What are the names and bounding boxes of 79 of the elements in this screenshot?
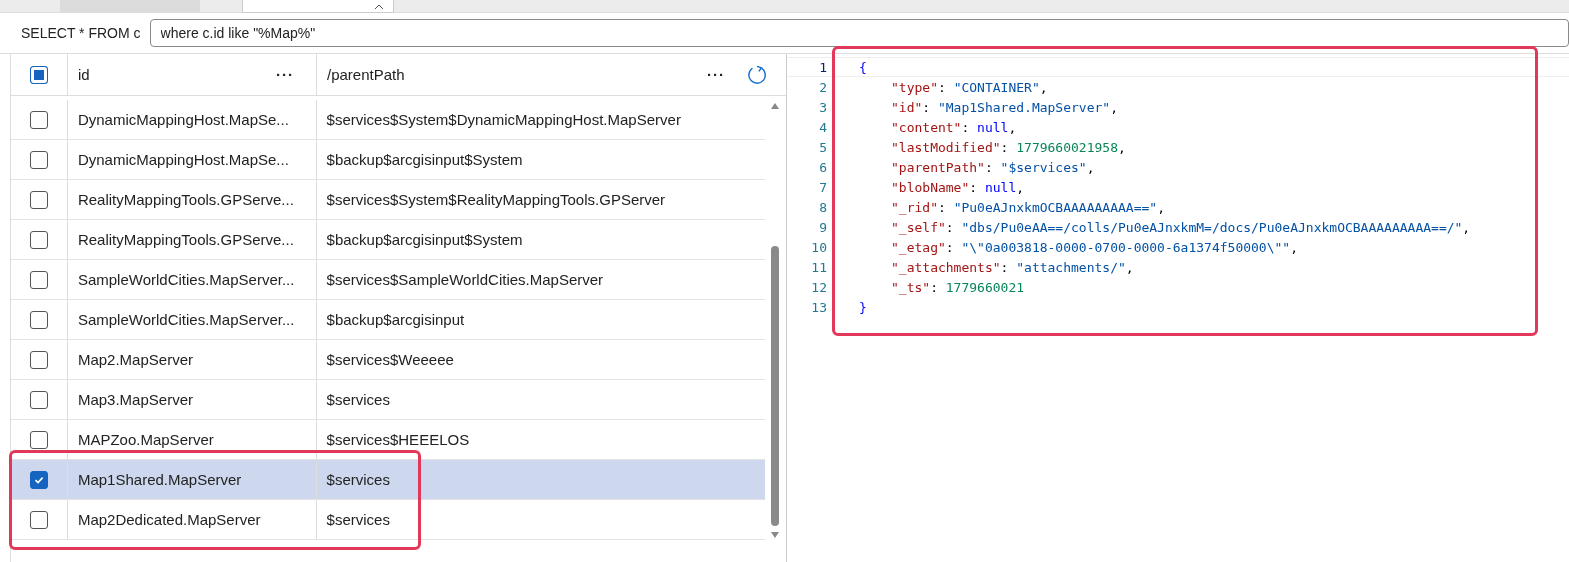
- line-number: 7: [818, 179, 827, 195]
- table-cell: DynamicMappingHost.MapSe...: [77, 111, 289, 128]
- table-cell: $services: [326, 391, 390, 408]
- code-line: "type": "CONTAINER",: [890, 79, 1048, 95]
- table-row[interactable]: Map1Shared.MapServer $services: [11, 460, 765, 500]
- scroll-up-icon[interactable]: [770, 102, 780, 110]
- table-cell: MAPZoo.MapServer: [77, 431, 214, 448]
- row-checkbox[interactable]: [29, 190, 48, 209]
- line-number: 11: [810, 259, 827, 275]
- table-row[interactable]: RealityMappingTools.GPServe... $services$System$RealityMappingTools.GPServer: [11, 180, 765, 220]
- table-cell: $services$HEEELOS: [326, 431, 470, 448]
- line-number: 1: [818, 59, 827, 75]
- row-checkbox[interactable]: [29, 510, 48, 529]
- table-cell: $services: [326, 511, 390, 528]
- row-checkbox[interactable]: [29, 470, 48, 489]
- line-number: 5: [818, 139, 827, 155]
- table-cell: $services: [326, 471, 390, 488]
- row-checkbox[interactable]: [29, 150, 48, 169]
- code-line: "_attachments": "attachments/",: [890, 259, 1134, 275]
- table-row[interactable]: Map2.MapServer $services$Weeeee: [11, 340, 765, 380]
- row-checkbox[interactable]: [29, 310, 48, 329]
- table-row[interactable]: DynamicMappingHost.MapSe... $services$System$DynamicMappingHost.MapServer: [11, 100, 765, 140]
- row-checkbox[interactable]: [29, 350, 48, 369]
- column-menu[interactable]: ···: [707, 66, 725, 83]
- table-row[interactable]: Map3.MapServer $services: [11, 380, 765, 420]
- table-cell: Map1Shared.MapServer: [77, 471, 242, 488]
- row-checkbox[interactable]: [29, 110, 48, 129]
- select-all-checkbox[interactable]: [30, 65, 48, 84]
- table-row[interactable]: SampleWorldCities.MapServer... $backup$arcgisinput: [11, 300, 765, 340]
- line-number: 10: [810, 239, 827, 255]
- code-line: "_self": "dbs/Pu0eAA==/colls/Pu0eAJnxkmM=/docs/Pu0eAJnxkmOCBAAAAAAAAA==/",: [890, 219, 1471, 235]
- row-checkbox[interactable]: [29, 230, 48, 249]
- query-field[interactable]: where c.id like "%Map%": [149, 19, 1569, 47]
- table-cell: $backup$arcgisinput$System: [326, 231, 523, 248]
- code-line: "parentPath": "$services",: [890, 159, 1095, 175]
- table-row[interactable]: RealityMappingTools.GPServe... $backup$arcgisinput$System: [11, 220, 765, 260]
- line-number: 12: [810, 279, 827, 295]
- code-line: "id": "Map1Shared.MapServer",: [890, 99, 1118, 115]
- table-cell: SampleWorldCities.MapServer...: [77, 311, 295, 328]
- code-line: "_ts": 1779660021: [890, 279, 1025, 295]
- table-cell: RealityMappingTools.GPServe...: [77, 191, 294, 208]
- query-prefix: SELECT * FROM c: [21, 25, 141, 41]
- refresh-icon[interactable]: [747, 63, 767, 86]
- code-line: {: [858, 59, 867, 75]
- code-line: }: [858, 299, 867, 315]
- table-row[interactable]: Map2Dedicated.MapServer $services: [11, 500, 765, 540]
- line-number: 6: [818, 159, 827, 175]
- table-cell: Map2.MapServer: [77, 351, 193, 368]
- column-header[interactable]: id: [78, 66, 90, 83]
- table-cell: $services$SampleWorldCities.MapServer: [326, 271, 604, 288]
- row-checkbox[interactable]: [29, 390, 48, 409]
- table-cell: $services$System$DynamicMappingHost.MapServer: [326, 111, 681, 128]
- table-cell: $services$System$RealityMappingTools.GPServer: [326, 191, 666, 208]
- column-menu[interactable]: ···: [276, 66, 294, 83]
- table-cell: Map2Dedicated.MapServer: [77, 511, 261, 528]
- code-line: "_etag": "\"0a003818-0000-0700-0000-6a1374f50000\"",: [890, 239, 1298, 255]
- line-number: 13: [810, 299, 827, 315]
- table-cell: $backup$arcgisinput: [326, 311, 465, 328]
- line-number: 4: [818, 119, 827, 135]
- table-cell: DynamicMappingHost.MapSe...: [77, 151, 289, 168]
- table-cell: $services$Weeeee: [326, 351, 454, 368]
- line-number: 3: [818, 99, 827, 115]
- line-number: 9: [818, 219, 827, 235]
- code-line: "blobName": null,: [890, 179, 1025, 195]
- code-line: "content": null,: [890, 119, 1017, 135]
- column-header[interactable]: /parentPath: [327, 66, 405, 83]
- table-cell: $backup$arcgisinput$System: [326, 151, 523, 168]
- line-number: 8: [818, 199, 827, 215]
- table-cell: RealityMappingTools.GPServe...: [77, 231, 294, 248]
- scroll-down-icon[interactable]: [770, 531, 780, 539]
- code-line: "lastModified": 1779660021958,: [890, 139, 1126, 155]
- table-row[interactable]: DynamicMappingHost.MapSe... $backup$arcgisinput$System: [11, 140, 765, 180]
- table-row[interactable]: SampleWorldCities.MapServer... $services$SampleWorldCities.MapServer: [11, 260, 765, 300]
- row-checkbox[interactable]: [29, 430, 48, 449]
- table-cell: Map3.MapServer: [77, 391, 193, 408]
- row-checkbox[interactable]: [29, 270, 48, 289]
- line-number: 2: [818, 79, 827, 95]
- table-cell: SampleWorldCities.MapServer...: [77, 271, 295, 288]
- code-line: "_rid": "Pu0eAJnxkmOCBAAAAAAAAA==",: [890, 199, 1165, 215]
